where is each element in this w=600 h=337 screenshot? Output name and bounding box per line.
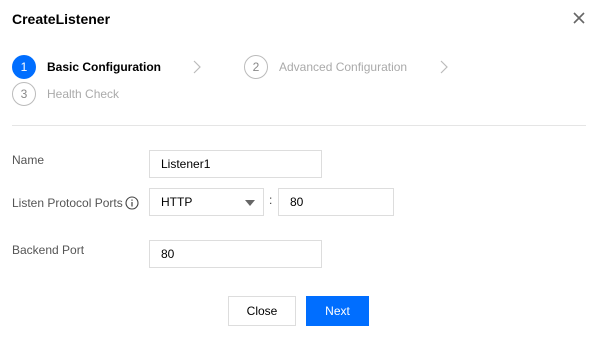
step-label-basic-configuration: Basic Configuration [47,60,162,74]
listen-port-input[interactable]: 80 [278,188,394,216]
protocol-select-value: HTTP [161,195,193,209]
backend-port-label: Backend Port [12,243,85,257]
create-listener-dialog: CreateListener 1 Basic Configuration 2 A… [0,0,600,337]
step-label-health-check: Health Check [47,87,120,101]
chevron-right-icon [193,60,201,74]
step-advanced-configuration[interactable]: 2 Advanced Configuration [244,55,407,79]
close-icon[interactable] [570,9,588,27]
step-health-check[interactable]: 3 Health Check [12,82,119,106]
protocol-label-row: Listen Protocol Ports [12,196,139,210]
close-button[interactable]: Close [228,296,296,326]
step-number-3: 3 [12,82,36,106]
divider [12,125,586,126]
name-input[interactable]: Listener1 [149,150,322,178]
step-number-1: 1 [12,55,36,79]
info-icon[interactable] [125,196,139,210]
step-number-2: 2 [244,55,268,79]
protocol-label: Listen Protocol Ports [12,196,123,210]
caret-down-icon [245,200,255,206]
name-label: Name [12,153,45,167]
step-basic-configuration[interactable]: 1 Basic Configuration [12,55,161,79]
chevron-right-icon [440,60,448,74]
backend-port-input[interactable]: 80 [149,240,322,268]
protocol-select[interactable]: HTTP [149,188,264,216]
step-label-advanced-configuration: Advanced Configuration [279,60,408,74]
next-button[interactable]: Next [306,296,369,326]
port-separator: : [269,193,273,207]
dialog-title: CreateListener [12,11,111,27]
